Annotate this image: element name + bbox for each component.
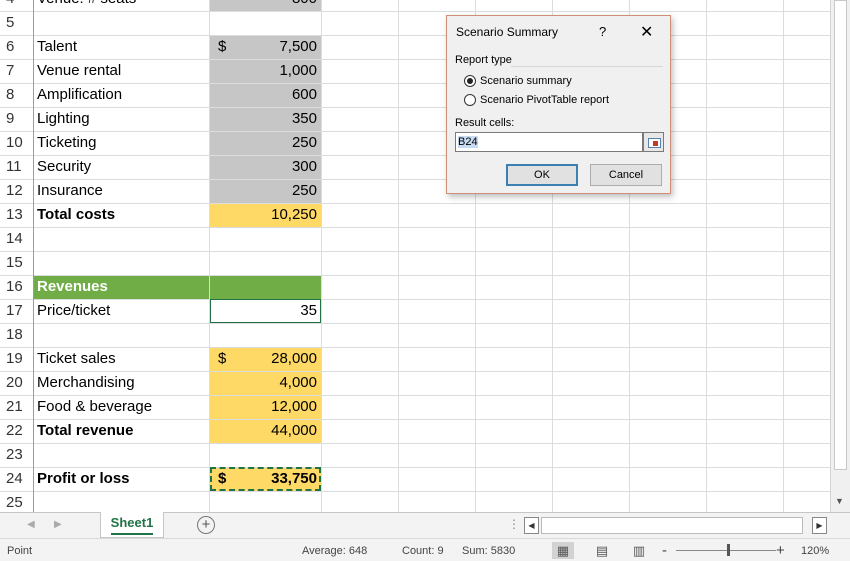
scenario-summary-label[interactable]: Scenario summary <box>480 75 572 87</box>
row-header[interactable]: 11 <box>0 155 33 179</box>
row-label-cell[interactable]: Ticket sales <box>37 347 116 371</box>
status-bar: Point Average: 648 Count: 9 Sum: 5830 ▦ … <box>0 538 850 561</box>
row-label-cell[interactable]: Food & beverage <box>37 395 152 419</box>
row-label-cell[interactable]: Amplification <box>37 83 122 107</box>
row-header[interactable]: 20 <box>0 371 33 395</box>
scroll-left-icon[interactable]: ◀ <box>524 517 539 534</box>
row-header[interactable]: 9 <box>0 107 33 131</box>
value-cell[interactable]: 800 <box>214 0 317 11</box>
row-label-cell[interactable]: Venue: # seats <box>37 0 136 11</box>
row-header[interactable]: 6 <box>0 35 33 59</box>
close-icon[interactable]: ✕ <box>640 22 653 42</box>
sheet-tab-sheet1[interactable]: Sheet1 <box>100 512 164 538</box>
row-header[interactable]: 13 <box>0 203 33 227</box>
row-label-cell[interactable]: Lighting <box>37 107 90 131</box>
horizontal-scrollbar[interactable]: ◀ ▶ <box>524 517 830 534</box>
value-cell[interactable]: 44,000 <box>214 419 317 443</box>
add-sheet-icon[interactable]: + <box>197 516 215 534</box>
row-label-cell[interactable]: Total costs <box>37 203 115 227</box>
zoom-slider[interactable] <box>676 550 776 551</box>
row-header[interactable]: 4 <box>0 0 33 11</box>
row-label-cell[interactable]: Merchandising <box>37 371 135 395</box>
row-label-cell[interactable]: Price/ticket <box>37 299 110 323</box>
value-cell[interactable]: 10,250 <box>214 203 317 227</box>
scroll-right-icon[interactable]: ▶ <box>812 517 827 534</box>
value-cell[interactable]: 350 <box>214 107 317 131</box>
row-label-cell[interactable]: Venue rental <box>37 59 121 83</box>
row-header[interactable]: 25 <box>0 491 33 512</box>
scroll-down-icon[interactable]: ▼ <box>835 496 844 506</box>
row-header[interactable]: 8 <box>0 83 33 107</box>
row-label-cell[interactable]: Total revenue <box>37 419 133 443</box>
count-readout: Count: 9 <box>402 545 444 557</box>
row-header[interactable]: 19 <box>0 347 33 371</box>
row-label-cell[interactable]: Revenues <box>37 275 108 299</box>
value-cell[interactable]: 4,000 <box>214 371 317 395</box>
row-header[interactable]: 18 <box>0 323 33 347</box>
row-header[interactable]: 17 <box>0 299 33 323</box>
group-separator <box>511 66 663 67</box>
value-cell[interactable]: 600 <box>214 83 317 107</box>
help-icon[interactable]: ? <box>599 24 606 39</box>
zoom-out-icon[interactable]: - <box>662 542 667 559</box>
row-header[interactable]: 15 <box>0 251 33 275</box>
scenario-summary-radio[interactable] <box>464 75 476 87</box>
value-cell[interactable]: 12,000 <box>214 395 317 419</box>
row-header[interactable]: 5 <box>0 11 33 35</box>
collapse-dialog-icon[interactable] <box>643 132 664 152</box>
row-header[interactable]: 22 <box>0 419 33 443</box>
value-cell[interactable]: 1,000 <box>214 59 317 83</box>
mode-indicator: Point <box>7 545 33 557</box>
tab-splitter-handle[interactable]: ⋮ <box>508 517 520 531</box>
result-cells-input[interactable]: B24 <box>455 132 643 152</box>
average-readout: Average: 648 <box>302 545 368 557</box>
report-type-label: Report type <box>455 54 512 66</box>
row-header[interactable]: 10 <box>0 131 33 155</box>
result-cells-label: Result cells: <box>455 117 515 129</box>
selected-cell-b24[interactable] <box>210 467 321 491</box>
page-break-preview-icon[interactable]: ▥ <box>628 542 650 559</box>
zoom-in-icon[interactable]: + <box>776 542 785 559</box>
row-header[interactable]: 16 <box>0 275 33 299</box>
row-label-cell[interactable]: Ticketing <box>37 131 96 155</box>
row-label-cell[interactable]: Security <box>37 155 91 179</box>
row-header[interactable]: 7 <box>0 59 33 83</box>
row-header[interactable]: 23 <box>0 443 33 467</box>
zoom-slider-knob[interactable] <box>727 544 730 556</box>
scenario-summary-dialog: Scenario Summary ? ✕ Report type Scenari… <box>446 15 671 194</box>
ok-button[interactable]: OK <box>506 164 578 186</box>
zoom-level[interactable]: 120% <box>801 545 829 557</box>
row-header[interactable]: 14 <box>0 227 33 251</box>
row-header[interactable]: 24 <box>0 467 33 491</box>
dialog-title: Scenario Summary <box>456 25 559 39</box>
row-header[interactable]: 21 <box>0 395 33 419</box>
cancel-button[interactable]: Cancel <box>590 164 662 186</box>
value-cell[interactable]: 28,000 <box>214 347 317 371</box>
row-label-cell[interactable]: Profit or loss <box>37 467 130 491</box>
pivottable-report-label[interactable]: Scenario PivotTable report <box>480 94 609 106</box>
value-cell[interactable]: 250 <box>214 179 317 203</box>
value-cell[interactable]: 250 <box>214 131 317 155</box>
row-label-cell[interactable]: Talent <box>37 35 77 59</box>
prev-sheet-icon[interactable]: ◀ <box>27 519 35 530</box>
value-cell[interactable]: 7,500 <box>214 35 317 59</box>
sheet-tab-bar: ◀ ▶ Sheet1 + ⋮ ◀ ▶ <box>0 512 850 538</box>
row-header[interactable]: 12 <box>0 179 33 203</box>
next-sheet-icon[interactable]: ▶ <box>54 519 62 530</box>
pivottable-report-radio[interactable] <box>464 94 476 106</box>
normal-view-icon[interactable]: ▦ <box>552 542 574 559</box>
value-cell[interactable]: 300 <box>214 155 317 179</box>
worksheet-grid[interactable]: 4Venue: # seats80056Talent$7,5007Venue r… <box>0 0 830 512</box>
vertical-scrollbar[interactable]: ▼ <box>830 0 850 512</box>
row-label-cell[interactable]: Insurance <box>37 179 103 203</box>
page-layout-view-icon[interactable]: ▤ <box>591 542 613 559</box>
price-ticket-input-box <box>210 299 321 323</box>
sum-readout: Sum: 5830 <box>462 545 516 557</box>
